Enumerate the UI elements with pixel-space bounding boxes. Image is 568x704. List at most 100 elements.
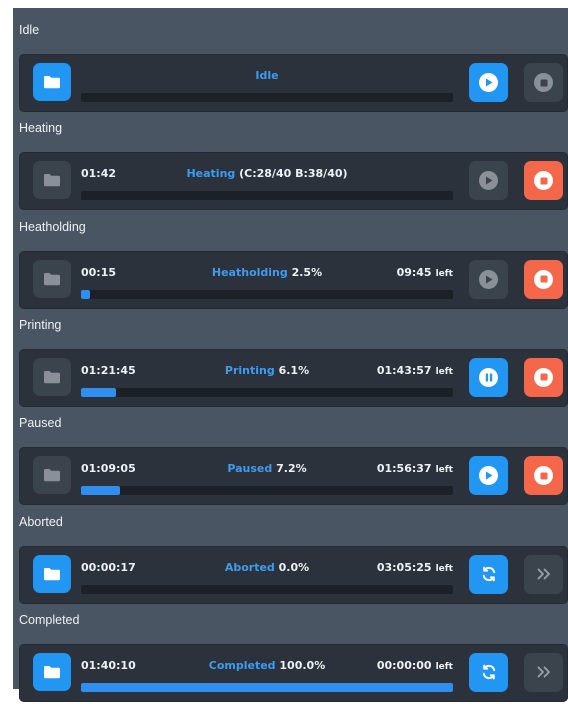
remaining-suffix: left (435, 661, 453, 672)
pause-icon (479, 367, 498, 387)
progress-fill (81, 289, 90, 299)
folder-button[interactable] (33, 652, 71, 691)
remaining-value: 00:00:00 (376, 658, 432, 672)
play-icon (479, 466, 498, 486)
status-value: 6.1% (278, 363, 310, 377)
status-text: Idle (81, 68, 453, 84)
status-text: Heating (C:28/40 B:38/40) (81, 166, 453, 182)
play-button[interactable] (469, 161, 508, 201)
progress-bar (81, 191, 453, 201)
remaining-value: 03:05:25 (376, 560, 432, 574)
reprint-button[interactable] (469, 652, 508, 692)
status-section: Aborted Aborted 0.0% 00:00:17 03:05:25 left (13, 508, 568, 606)
stop-button[interactable] (524, 456, 563, 496)
remaining-value: 01:56:37 (376, 462, 432, 476)
section-title: Heatholding (19, 219, 86, 234)
stop-button[interactable] (524, 357, 563, 397)
status-word: Completed (208, 658, 276, 672)
pause-button[interactable] (469, 357, 508, 397)
status-word: Idle (255, 69, 279, 82)
status-value: (C:28/40 B:38/40) (239, 167, 348, 181)
print-status-card: Printing 6.1% 01:21:45 01:43:57 left (19, 348, 568, 407)
status-section: Heating Heating (C:28/40 B:38/40) 01:42 (13, 114, 568, 212)
section-title: Paused (19, 416, 62, 431)
remaining-time: 03:05:25 left (377, 560, 453, 576)
remaining-suffix: left (435, 563, 453, 574)
stop-icon (534, 466, 553, 486)
elapsed-time: 00:15 (81, 265, 117, 279)
remaining-time: 01:56:37 left (377, 461, 453, 477)
remaining-suffix: left (435, 268, 453, 279)
progress-bar (81, 682, 453, 692)
status-section: Idle Idle (13, 16, 568, 114)
section-title: Completed (19, 612, 80, 627)
section-title: Heating (19, 121, 63, 136)
folder-button[interactable] (33, 554, 71, 593)
section-title: Idle (19, 23, 40, 37)
folder-icon (43, 272, 61, 286)
remaining-time: 00:00:00 left (377, 658, 453, 674)
skip-icon (536, 665, 552, 679)
section-title: Printing (19, 317, 62, 332)
folder-icon (43, 370, 61, 384)
remaining-value: 01:43:57 (376, 363, 432, 377)
reprint-icon (480, 663, 498, 681)
play-button[interactable] (469, 259, 508, 299)
status-value: 7.2% (276, 462, 307, 476)
print-status-card: Idle (19, 54, 568, 112)
status-value: 0.0% (278, 560, 310, 574)
elapsed-time: 01:09:05 (81, 462, 136, 476)
remaining-suffix: left (435, 366, 453, 377)
folder-icon (43, 75, 61, 89)
skip-icon (536, 567, 552, 581)
print-status-panel: Idle Idle Heating Heating (C:28/40 B:38/40)… (13, 8, 568, 702)
folder-button[interactable] (33, 357, 71, 396)
folder-button[interactable] (33, 161, 71, 200)
stop-button[interactable] (524, 259, 563, 299)
progress-bar (81, 584, 453, 594)
status-word: Heatholding (211, 265, 288, 279)
play-button[interactable] (469, 63, 508, 102)
elapsed-time: 01:42 (81, 167, 117, 181)
stop-icon (534, 73, 553, 92)
play-icon (479, 269, 498, 289)
status-word: Paused (227, 462, 273, 476)
folder-icon (43, 173, 61, 187)
print-status-card: Aborted 0.0% 00:00:17 03:05:25 left (19, 545, 568, 604)
print-status-card: Heating (C:28/40 B:38/40) 01:42 (19, 152, 568, 211)
status-section: Printing Printing 6.1% 01:21:45 01:43:57 lef… (13, 311, 568, 409)
remaining-time: 09:45 left (397, 265, 453, 281)
status-section: Completed Completed 100.0% 01:40:10 00:00:0… (13, 606, 568, 704)
play-button[interactable] (469, 456, 508, 496)
print-status-card: Completed 100.0% 01:40:10 00:00:00 left (19, 643, 568, 702)
status-word: Heating (186, 167, 236, 181)
elapsed-time: 00:00:17 (81, 560, 136, 574)
stop-button[interactable] (524, 161, 563, 201)
remaining-time: 01:43:57 left (377, 363, 453, 379)
skip-button[interactable] (524, 652, 563, 692)
progress-bar (81, 93, 453, 102)
section-title: Aborted (19, 514, 63, 529)
status-section: Paused Paused 7.2% 01:09:05 01:56:37 left (13, 409, 568, 507)
stop-icon (534, 367, 553, 387)
status-word: Aborted (224, 560, 275, 574)
remaining-suffix: left (435, 465, 453, 476)
stop-icon (534, 269, 553, 289)
reprint-icon (480, 565, 498, 583)
print-status-card: Paused 7.2% 01:09:05 01:56:37 left (19, 447, 568, 506)
play-icon (479, 73, 498, 92)
progress-fill (81, 682, 453, 692)
progress-bar (81, 387, 453, 397)
status-section: Heatholding Heatholding 2.5% 00:15 09:45 lef… (13, 213, 568, 311)
reprint-button[interactable] (469, 554, 508, 594)
status-value: 100.0% (279, 658, 326, 672)
stop-button[interactable] (524, 63, 563, 102)
play-icon (479, 171, 498, 191)
folder-button[interactable] (33, 63, 71, 101)
progress-bar (81, 486, 453, 496)
skip-button[interactable] (524, 554, 563, 594)
folder-button[interactable] (33, 259, 71, 298)
print-status-card: Heatholding 2.5% 00:15 09:45 left (19, 250, 568, 309)
status-word: Printing (224, 363, 275, 377)
folder-button[interactable] (33, 456, 71, 495)
